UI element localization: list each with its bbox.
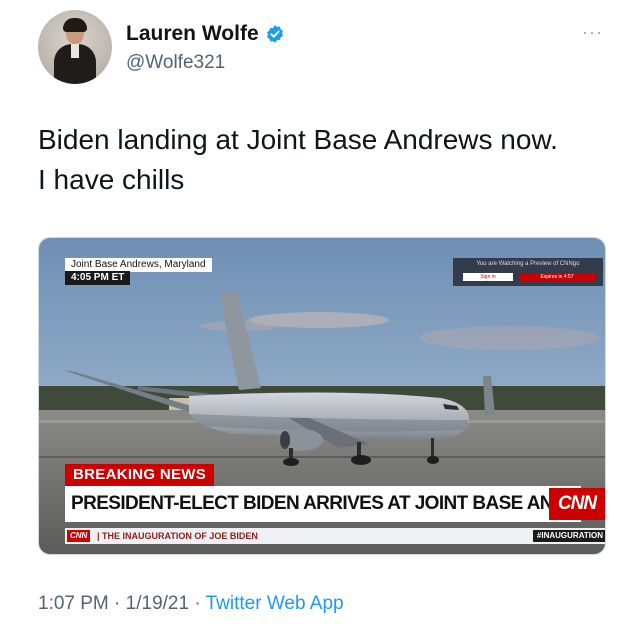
headline-bar: PRESIDENT-ELECT BIDEN ARRIVES AT JOINT B… xyxy=(65,486,605,522)
preview-signin-button: Sign in xyxy=(463,273,513,281)
preview-text: You are Watching a Preview of CNNgo xyxy=(476,261,580,267)
author-name-row: Lauren Wolfe xyxy=(126,22,285,46)
location-caption: Joint Base Andrews, Maryland xyxy=(65,258,212,272)
tweet-text-line: Biden landing at Joint Base Andrews now. xyxy=(38,124,558,155)
separator: · xyxy=(189,593,206,614)
ticker-text: | THE INAUGURATION OF JOE BIDEN xyxy=(97,531,258,541)
source-app-link[interactable]: Twitter Web App xyxy=(206,593,344,614)
media-image[interactable]: Joint Base Andrews, Maryland 4:05 PM ET … xyxy=(38,237,606,555)
tweet-text: Biden landing at Joint Base Andrews now.… xyxy=(38,120,628,200)
preview-expires-label: Expires in 4:57 xyxy=(519,273,595,281)
preview-banner: You are Watching a Preview of CNNgo Sign… xyxy=(453,258,603,286)
ticker-cnn-logo: CNN xyxy=(67,530,91,542)
headline-text: PRESIDENT-ELECT BIDEN ARRIVES AT JOINT B… xyxy=(71,493,606,514)
handle[interactable]: @Wolfe321 xyxy=(126,52,225,74)
verified-badge-icon xyxy=(266,25,283,43)
avatar[interactable] xyxy=(38,10,112,84)
ticker-hashtag: #INAUGURATION xyxy=(532,530,605,542)
tweet-meta: 1:07 PM · 1/19/21 · Twitter Web App xyxy=(38,593,344,615)
tweet-date[interactable]: 1/19/21 xyxy=(126,593,189,614)
time-caption: 4:05 PM ET xyxy=(65,271,131,285)
separator: · xyxy=(108,593,126,614)
tweet-text-line: I have chills xyxy=(38,164,185,195)
ticker-bar: CNN | THE INAUGURATION OF JOE BIDEN #INA… xyxy=(65,528,605,544)
tweet-time[interactable]: 1:07 PM xyxy=(38,593,109,614)
cnn-logo: CNN xyxy=(549,488,605,520)
breaking-news-label: BREAKING NEWS xyxy=(65,464,215,486)
tweet-card: Lauren Wolfe @Wolfe321 ··· Biden landing… xyxy=(0,0,640,636)
display-name[interactable]: Lauren Wolfe xyxy=(126,22,259,46)
more-options-icon[interactable]: ··· xyxy=(582,22,603,43)
